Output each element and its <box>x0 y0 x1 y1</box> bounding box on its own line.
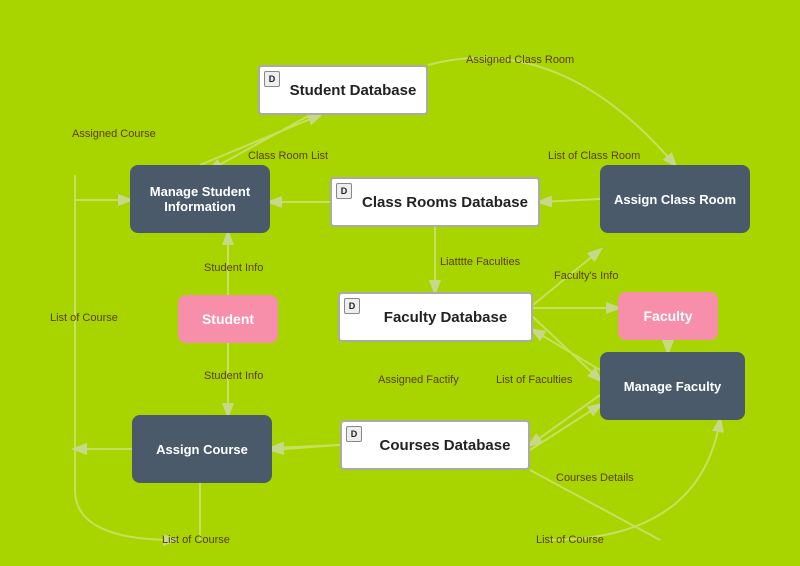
label-student-info-down: Student Info <box>204 370 263 382</box>
classrooms-database-node: D Class Rooms Database <box>330 177 540 227</box>
assign-course-label: Assign Course <box>156 442 248 457</box>
student-label: Student <box>202 311 254 327</box>
label-list-of-course-bottom-left: List of Course <box>162 534 230 546</box>
manage-student-label: Manage Student Information <box>130 184 270 214</box>
faculty-label: Faculty <box>643 308 692 324</box>
faculty-database-node: D Faculty Database <box>338 292 533 342</box>
courses-database-label: Courses Database <box>380 437 511 454</box>
manage-faculty-label: Manage Faculty <box>624 379 722 394</box>
label-student-info-up: Student Info <box>204 262 263 274</box>
label-list-of-course-left: List of Course <box>50 312 118 324</box>
label-classroom-list: Class Room List <box>248 150 328 162</box>
manage-student-node: Manage Student Information <box>130 165 270 233</box>
label-assigned-factify: Assigned Factify <box>378 374 459 386</box>
label-facultys-info: Faculty's Info <box>554 270 618 282</box>
label-list-of-course-bottom-right: List of Course <box>536 534 604 546</box>
diagram-container: D Student Database D Class Rooms Databas… <box>0 0 800 566</box>
classrooms-database-label: Class Rooms Database <box>362 194 528 211</box>
assign-classroom-label: Assign Class Room <box>614 192 736 207</box>
faculty-database-label: Faculty Database <box>384 309 507 326</box>
label-list-of-classroom: List of Class Room <box>548 150 640 162</box>
student-database-label: Student Database <box>290 82 417 99</box>
label-courses-details: Courses Details <box>556 472 634 484</box>
label-assigned-classroom: Assigned Class Room <box>466 54 574 66</box>
label-assigned-course: Assigned Course <box>72 128 156 140</box>
faculty-node: Faculty <box>618 292 718 340</box>
courses-database-node: D Courses Database <box>340 420 530 470</box>
manage-faculty-node: Manage Faculty <box>600 352 745 420</box>
assign-classroom-node: Assign Class Room <box>600 165 750 233</box>
student-database-node: D Student Database <box>258 65 428 115</box>
label-list-of-faculties: List of Faculties <box>496 374 572 386</box>
assign-course-node: Assign Course <box>132 415 272 483</box>
label-liatttte-faculties: Liatttte Faculties <box>440 256 520 268</box>
student-node: Student <box>178 295 278 343</box>
